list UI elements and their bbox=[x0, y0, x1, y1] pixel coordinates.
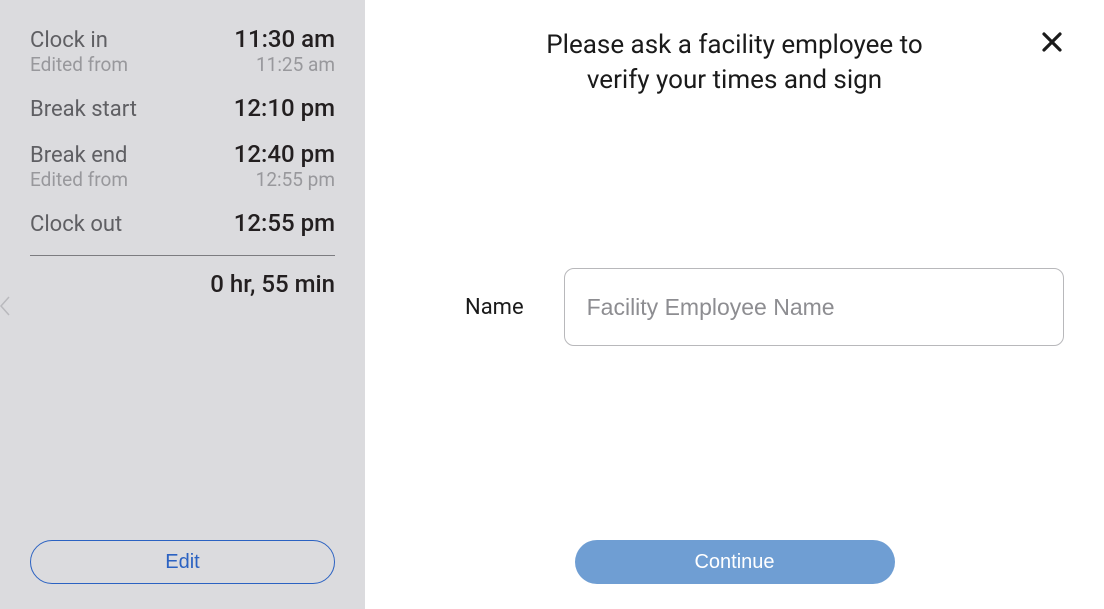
clock-in-edited-label: Edited from bbox=[30, 53, 128, 76]
time-row-clock-out: Clock out 12:55 pm bbox=[30, 209, 335, 237]
clock-in-value: 11:30 am bbox=[234, 25, 335, 53]
break-start-label: Break start bbox=[30, 97, 137, 122]
verify-title-line2: verify your times and sign bbox=[587, 65, 882, 95]
clock-out-label: Clock out bbox=[30, 212, 122, 237]
verify-title: Please ask a facility employee to verify… bbox=[546, 28, 923, 98]
verify-title-line1: Please ask a facility employee to bbox=[546, 30, 923, 60]
break-end-edited-value: 12:55 pm bbox=[256, 168, 335, 191]
clock-in-edited: Edited from 11:25 am bbox=[30, 53, 335, 76]
name-label: Name bbox=[465, 295, 524, 320]
name-form-row: Name bbox=[405, 268, 1064, 346]
break-end-edited: Edited from 12:55 pm bbox=[30, 168, 335, 191]
break-end-edited-label: Edited from bbox=[30, 168, 128, 191]
time-summary-sidebar: Clock in 11:30 am Edited from 11:25 am B… bbox=[0, 0, 365, 609]
facility-employee-name-input[interactable] bbox=[564, 268, 1064, 346]
clock-in-label: Clock in bbox=[30, 28, 108, 53]
total-duration: 0 hr, 55 min bbox=[30, 270, 335, 298]
time-row-clock-in: Clock in 11:30 am bbox=[30, 25, 335, 53]
break-start-value: 12:10 pm bbox=[234, 94, 335, 122]
clock-in-edited-value: 11:25 am bbox=[256, 53, 335, 76]
close-icon bbox=[1040, 28, 1064, 61]
back-chevron-icon[interactable] bbox=[0, 295, 12, 322]
close-button[interactable] bbox=[1036, 26, 1068, 64]
break-end-value: 12:40 pm bbox=[234, 140, 335, 168]
verify-header: Please ask a facility employee to verify… bbox=[405, 28, 1064, 98]
time-row-break-start: Break start 12:10 pm bbox=[30, 94, 335, 122]
clock-out-value: 12:55 pm bbox=[234, 209, 335, 237]
total-divider bbox=[30, 255, 335, 256]
continue-button[interactable]: Continue bbox=[575, 540, 895, 584]
break-end-label: Break end bbox=[30, 143, 127, 168]
time-rows: Clock in 11:30 am Edited from 11:25 am B… bbox=[30, 25, 335, 298]
verify-panel: Please ask a facility employee to verify… bbox=[365, 0, 1104, 609]
edit-button[interactable]: Edit bbox=[30, 540, 335, 584]
time-row-break-end: Break end 12:40 pm bbox=[30, 140, 335, 168]
